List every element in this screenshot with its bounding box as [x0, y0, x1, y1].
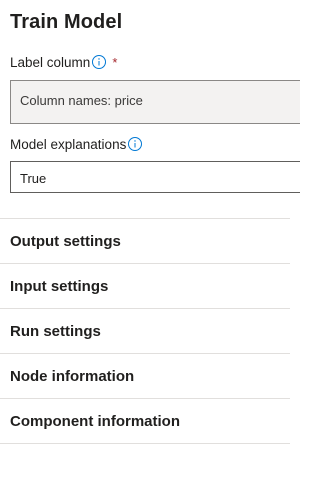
info-icon[interactable] — [91, 54, 107, 70]
label-column-label-row: Label column * — [10, 55, 117, 70]
label-column-label: Label column — [10, 55, 91, 70]
label-column-selector[interactable]: Column names: price — [10, 80, 300, 124]
model-explanations-label-row: Model explanations — [10, 137, 143, 152]
model-explanations-label: Model explanations — [10, 137, 127, 152]
settings-sections: Output settings Input settings Run setti… — [0, 218, 290, 444]
section-input-settings[interactable]: Input settings — [0, 263, 290, 308]
required-marker: * — [112, 55, 118, 70]
section-component-information[interactable]: Component information — [0, 398, 290, 444]
panel-title: Train Model — [10, 11, 123, 33]
model-explanations-dropdown[interactable]: True — [10, 161, 300, 193]
train-model-panel: Train Model Label column * Column names:… — [0, 0, 300, 479]
section-node-information[interactable]: Node information — [0, 353, 290, 398]
section-run-settings[interactable]: Run settings — [0, 308, 290, 353]
section-output-settings[interactable]: Output settings — [0, 218, 290, 263]
info-icon[interactable] — [127, 136, 143, 152]
